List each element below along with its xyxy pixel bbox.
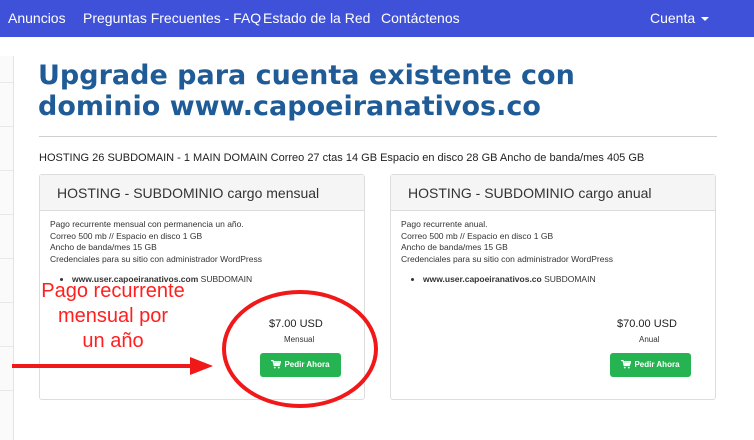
sidebar-divider <box>0 214 13 215</box>
plan-title: HOSTING - SUBDOMINIO cargo mensual <box>40 175 364 211</box>
nav-link-network-status[interactable]: Estado de la Red <box>263 0 370 37</box>
plan-card-annual: HOSTING - SUBDOMINIO cargo anual Pago re… <box>390 174 716 400</box>
caret-down-icon <box>701 17 710 22</box>
plan-description-line: Correo 500 mb // Espacio en disco 1 GB <box>401 230 554 241</box>
plan-description-line: Ancho de banda/mes 15 GB <box>50 242 157 252</box>
annotation-line: Pago recurrente <box>41 280 185 302</box>
order-now-button[interactable]: Pedir Ahora <box>260 353 341 377</box>
plan-price: $7.00 USD <box>269 318 323 330</box>
sidebar-divider <box>0 390 13 391</box>
annotation-line: un año <box>82 330 144 352</box>
plan-domain: www.user.capoeiranativos.co <box>423 274 542 284</box>
plan-domain-type: SUBDOMAIN <box>544 274 596 284</box>
sidebar-divider <box>0 302 13 303</box>
plan-description-line: Credenciales para su sitio con administr… <box>50 253 262 264</box>
order-now-label: Pedir Ahora <box>284 360 330 369</box>
nav-link-contact[interactable]: Contáctenos <box>381 0 460 37</box>
sidebar-divider <box>0 346 13 347</box>
current-plan-summary: HOSTING 26 SUBDOMAIN - 1 MAIN DOMAIN Cor… <box>39 152 645 164</box>
nav-link-anuncios[interactable]: Anuncios <box>8 0 66 37</box>
plan-domain-type: SUBDOMAIN <box>200 274 253 284</box>
plan-description-line: Pago recurrente anual. <box>401 219 488 229</box>
plan-description: Pago recurrente anual. Correo 500 mb // … <box>401 219 613 265</box>
annotation-text: Pago recurrente mensual por un año <box>18 279 208 354</box>
plan-billing-cycle: Anual <box>639 335 660 344</box>
order-now-button[interactable]: Pedir Ahora <box>610 353 691 377</box>
plan-description: Pago recurrente mensual con permanencia … <box>50 219 262 265</box>
cart-icon <box>271 360 282 369</box>
sidebar-divider <box>0 82 13 83</box>
page-title: Upgrade para cuenta existente con domini… <box>38 60 728 122</box>
plan-price: $70.00 USD <box>617 318 677 330</box>
plan-title: HOSTING - SUBDOMINIO cargo anual <box>391 175 715 211</box>
sidebar-divider <box>0 126 13 127</box>
account-menu[interactable]: Cuenta <box>650 0 710 37</box>
annotation-line: mensual por <box>57 305 169 327</box>
top-navbar: Anuncios Preguntas Frecuentes - FAQ Esta… <box>0 0 754 37</box>
plan-description-line: Pago recurrente mensual con permanencia … <box>50 219 244 229</box>
nav-link-faq[interactable]: Preguntas Frecuentes - FAQ <box>83 0 261 37</box>
sidebar-divider <box>0 258 13 259</box>
page-title-line-1: Upgrade para cuenta existente con <box>38 60 575 91</box>
title-divider <box>39 136 717 137</box>
page-title-line-2: dominio www.capoeiranativos.co <box>38 91 541 122</box>
account-menu-label: Cuenta <box>650 10 696 26</box>
plan-domain-item: www.user.capoeiranativos.co SUBDOMAIN <box>423 274 596 284</box>
plan-domain-list: www.user.capoeiranativos.co SUBDOMAIN <box>423 274 596 284</box>
order-now-label: Pedir Ahora <box>634 360 680 369</box>
sidebar-rail <box>0 56 14 440</box>
plan-description-line: Ancho de banda/mes 15 GB <box>401 242 508 252</box>
sidebar-divider <box>0 170 13 171</box>
cart-icon <box>621 360 632 369</box>
plan-billing-cycle: Mensual <box>284 335 315 344</box>
plan-description-line: Correo 500 mb // Espacio en disco 1 GB <box>50 230 203 241</box>
plan-description-line: Credenciales para su sitio con administr… <box>401 253 613 264</box>
